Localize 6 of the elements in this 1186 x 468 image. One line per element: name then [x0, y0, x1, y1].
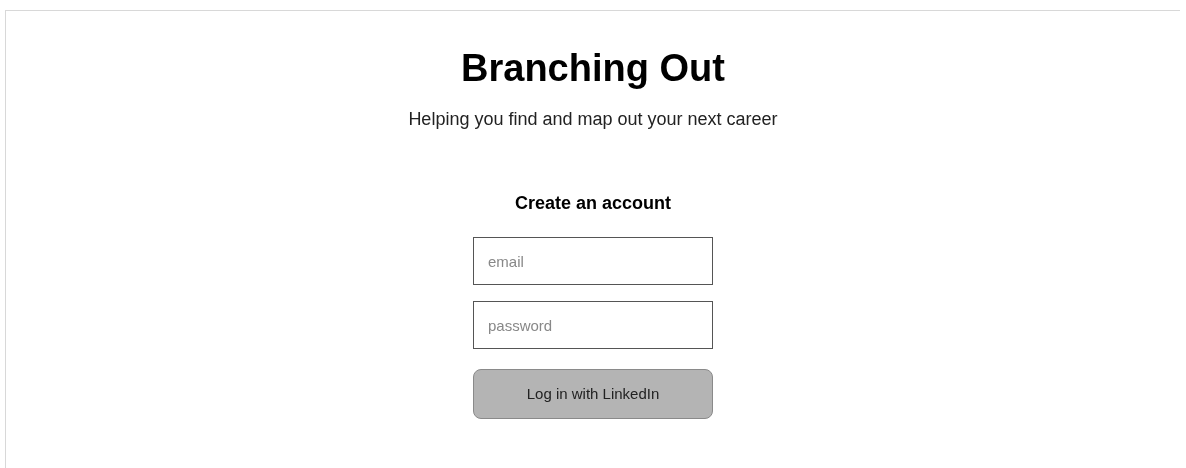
form-heading: Create an account	[514, 192, 672, 215]
password-field[interactable]: password	[473, 301, 713, 349]
email-field[interactable]: email	[473, 237, 713, 285]
page-title: Branching Out	[461, 46, 725, 91]
tagline: Helping you find and map out your next career	[408, 108, 778, 131]
linkedin-login-button[interactable]: Log in with LinkedIn	[473, 369, 713, 419]
